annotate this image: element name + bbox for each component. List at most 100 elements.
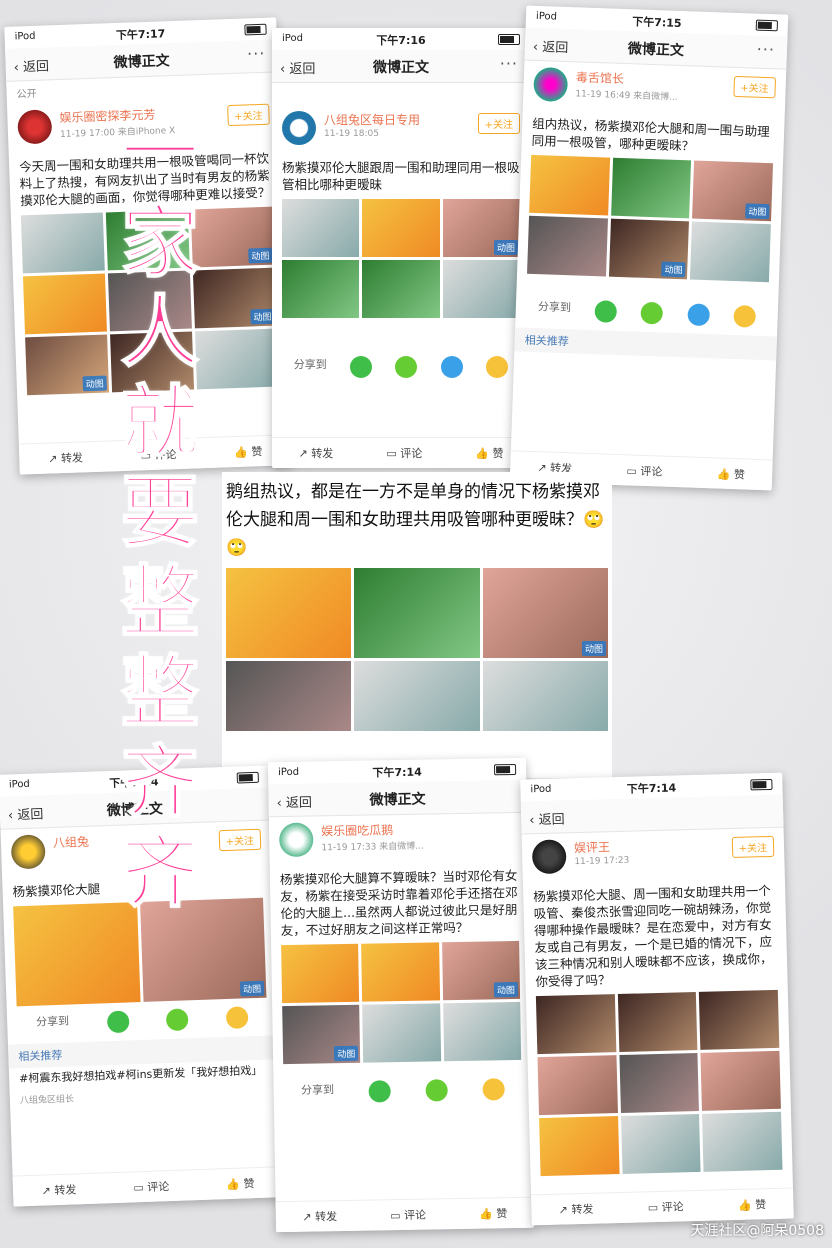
post-image[interactable] [617,991,698,1053]
post-image[interactable] [282,260,360,318]
author-name[interactable]: 娱评王 [574,838,610,856]
post-image[interactable] [442,1001,522,1062]
star-icon[interactable] [225,1006,249,1030]
follow-button[interactable]: +关注 [731,835,775,858]
post-image[interactable] [610,157,692,219]
star-icon[interactable] [482,1078,505,1101]
post-image[interactable]: 动图 [482,568,608,658]
avatar[interactable] [531,839,567,875]
nav-title: 微博正文 [113,53,170,72]
post-image[interactable] [226,661,352,731]
status-bar: iPod 下午7:16 [272,28,530,50]
moments-icon[interactable] [395,356,418,378]
avatar[interactable] [17,109,53,145]
avatar[interactable] [278,822,314,858]
image-grid: 动图 [222,562,612,737]
post-image[interactable]: 动图 [282,1004,361,1065]
post-image[interactable] [442,260,520,318]
nav-bar: ‹ 返回 微博正文 ··· [272,50,530,83]
like-button[interactable]: 👍 赞 [738,1196,767,1213]
forward-button[interactable]: ↗ 转发 [302,1208,337,1225]
post-image[interactable]: 动图 [608,218,690,280]
post-image[interactable]: 动图 [441,940,521,1001]
wechat-icon[interactable] [350,356,373,378]
more-icon[interactable]: ··· [247,44,266,64]
qq-icon[interactable] [440,356,463,378]
wechat-icon[interactable] [594,300,618,323]
wechat-icon[interactable] [106,1010,130,1034]
avatar[interactable] [282,111,316,145]
status-time: 下午7:14 [372,765,422,780]
post-image[interactable] [699,989,780,1050]
share-label: 分享到 [300,1083,335,1097]
author-name[interactable]: 八组兔区每日专用 [324,111,420,128]
post-image[interactable] [362,260,440,318]
post-image[interactable] [700,1050,781,1111]
post-image[interactable]: 动图 [692,160,774,222]
post-image[interactable] [529,154,610,216]
post-image[interactable] [20,212,105,274]
post-image[interactable] [354,661,480,731]
post-image[interactable]: 动图 [25,334,110,396]
post-image[interactable] [361,942,440,1002]
wechat-icon[interactable] [368,1080,391,1103]
post-text: 杨紫摸邓伦大腿跟周一围和助理同用一根吸管相比哪种更暧昧 [282,160,520,192]
image-grid: 动图 [272,199,530,318]
post-image[interactable] [354,568,480,658]
more-icon[interactable]: ··· [500,54,518,73]
nav-title: 微博正文 [373,60,429,76]
avatar[interactable] [10,834,46,870]
moments-icon[interactable] [640,301,664,325]
comment-button[interactable]: ▭ 评论 [386,445,422,461]
author-name[interactable]: 毒舌馆长 [576,68,625,87]
post-image[interactable] [619,1052,700,1113]
comment-button[interactable]: ▭ 评论 [390,1207,426,1224]
more-icon[interactable]: ··· [756,40,775,60]
post-image[interactable] [702,1111,783,1172]
post-image[interactable] [281,943,360,1004]
like-button[interactable]: 👍 赞 [475,445,503,461]
author-row: 娱评王 11-19 17:23 +关注 [522,828,785,887]
author-row: 毒舌馆长 11-19 16:49 来自微博... +关注 [523,61,787,122]
like-button[interactable]: 👍 赞 [479,1205,507,1221]
follow-button[interactable]: +关注 [732,75,777,99]
post-image[interactable] [362,199,440,257]
post-image[interactable] [537,1055,618,1116]
like-button[interactable]: 👍 赞 [234,443,263,460]
post-image[interactable] [482,661,608,731]
comment-button[interactable]: ▭ 评论 [626,462,662,479]
author-name[interactable]: 八组兔 [53,833,90,851]
post-image[interactable] [282,199,360,257]
battery-icon [236,771,259,784]
post-image[interactable] [535,994,617,1055]
post-image[interactable] [22,273,107,335]
back-button[interactable]: ‹ 返回 [529,808,565,828]
post-image[interactable] [539,1116,620,1177]
post-image[interactable] [362,1003,441,1063]
follow-button[interactable]: +关注 [218,828,262,852]
moments-icon[interactable] [166,1008,189,1032]
forward-button[interactable]: ↗ 转发 [558,1201,594,1218]
follow-button[interactable]: +关注 [477,113,520,134]
comment-button[interactable]: ▭ 评论 [648,1198,684,1215]
like-button[interactable]: 👍 赞 [226,1175,255,1192]
like-button[interactable]: 👍 赞 [716,466,746,483]
battery-icon [244,23,267,36]
moments-icon[interactable] [425,1079,448,1102]
forward-button[interactable]: ↗ 转发 [299,445,334,461]
share-label: 分享到 [35,1014,70,1029]
post-image[interactable] [527,215,608,277]
post-image[interactable] [226,568,352,658]
post-image[interactable] [620,1113,701,1174]
star-icon[interactable] [486,356,509,378]
follow-button[interactable]: +关注 [226,103,270,127]
post-image[interactable]: 动图 [442,199,520,257]
forward-button[interactable]: ↗ 转发 [48,449,83,466]
author-name[interactable]: 娱乐圈吃瓜鹅 [321,821,393,839]
comment-button[interactable]: ▭ 评论 [133,1178,169,1195]
forward-button[interactable]: ↗ 转发 [41,1181,76,1198]
qq-icon[interactable] [686,303,710,327]
post-image[interactable] [690,221,771,283]
avatar[interactable] [533,66,569,103]
star-icon[interactable] [733,304,756,328]
